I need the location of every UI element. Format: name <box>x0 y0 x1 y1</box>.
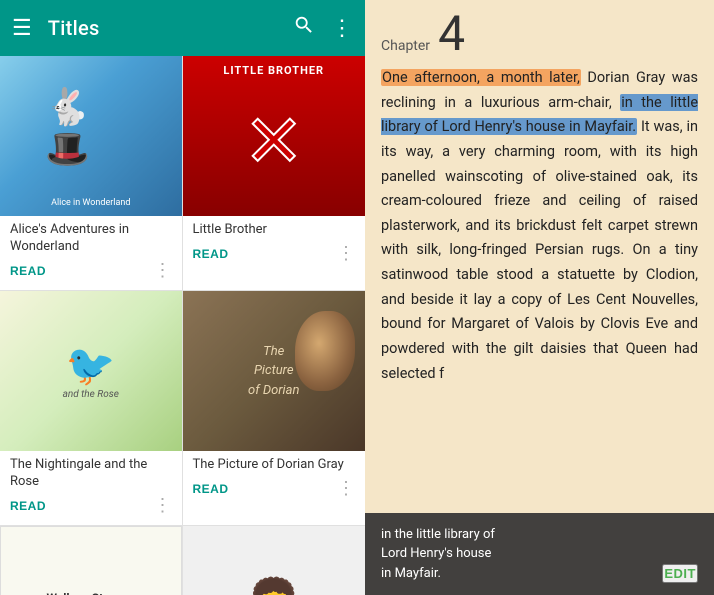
book-card-little-brother: ✕ Little Brother READ ⋮ <box>183 56 366 291</box>
right-panel: Chapter 4 One afternoon, a month later, … <box>365 0 714 595</box>
book-cover-dorian: ThePictureof Dorian <box>183 291 366 451</box>
book-more-icon-alice[interactable]: ⋮ <box>154 260 172 281</box>
book-more-icon-little-brother[interactable]: ⋮ <box>337 243 355 264</box>
search-icon[interactable] <box>293 14 315 42</box>
book-card-dorian: ThePictureof Dorian The Picture of Doria… <box>183 291 366 526</box>
chapter-header: Chapter 4 <box>365 0 714 62</box>
highlight-orange: One afternoon, a month later, <box>381 69 581 86</box>
book-cover-little-brother: ✕ <box>183 56 366 216</box>
edit-button[interactable]: EDIT <box>662 564 698 583</box>
book-info-little-brother: Little Brother <box>183 216 366 239</box>
book-more-icon-dorian[interactable]: ⋮ <box>337 478 355 499</box>
book-info-dorian: The Picture of Dorian Gray <box>183 451 366 474</box>
read-button-little-brother[interactable]: READ <box>193 243 229 265</box>
book-card-alice: Alice's Adventures in Wonderland READ ⋮ <box>0 56 183 291</box>
book-cover-nightingale <box>0 291 182 451</box>
book-title-little-brother: Little Brother <box>193 222 356 239</box>
tooltip-popup: in the little library of Lord Henry's ho… <box>365 513 714 595</box>
read-button-nightingale[interactable]: READ <box>10 495 46 517</box>
book-title-dorian: The Picture of Dorian Gray <box>193 457 356 474</box>
menu-icon[interactable]: ☰ <box>12 16 32 41</box>
dorian-cover-text: ThePictureof Dorian <box>248 342 299 401</box>
book-cover-alice <box>0 56 182 216</box>
wallace-cover-name: Wallace Stevens <box>47 591 135 595</box>
book-more-icon-nightingale[interactable]: ⋮ <box>154 495 172 516</box>
book-info-alice: Alice's Adventures in Wonderland <box>0 216 182 256</box>
book-info-nightingale: The Nightingale and the Rose <box>0 451 182 491</box>
toolbar-title: Titles <box>48 16 277 40</box>
book-card-last: 🧑‍🦱 READ ⋮ <box>183 526 366 595</box>
last-cover-person: 🧑‍🦱 <box>243 577 305 595</box>
tooltip-text: in the little library of Lord Henry's ho… <box>381 525 662 584</box>
book-cover-last: 🧑‍🦱 <box>183 526 366 595</box>
more-options-icon[interactable]: ⋮ <box>331 16 353 41</box>
book-card-wallace: Wallace Stevens · poems · Wallace Steven… <box>0 526 183 595</box>
book-card-nightingale: The Nightingale and the Rose READ ⋮ <box>0 291 183 526</box>
read-button-alice[interactable]: READ <box>10 260 46 282</box>
book-cover-wallace: Wallace Stevens · poems · <box>0 526 182 595</box>
book-actions-nightingale: READ ⋮ <box>0 491 182 517</box>
book-actions-dorian: READ ⋮ <box>183 474 366 500</box>
books-grid: Alice's Adventures in Wonderland READ ⋮ … <box>0 56 365 595</box>
book-title-nightingale: The Nightingale and the Rose <box>10 457 172 491</box>
reading-text-body: It was, in its way, a very charming room… <box>381 118 698 381</box>
book-actions-alice: READ ⋮ <box>0 256 182 282</box>
left-panel: ☰ Titles ⋮ Alice's Adventures in Wonderl… <box>0 0 365 595</box>
toolbar: ☰ Titles ⋮ <box>0 0 365 56</box>
book-actions-little-brother: READ ⋮ <box>183 239 366 265</box>
chapter-number: 4 <box>438 10 465 58</box>
book-title-alice: Alice's Adventures in Wonderland <box>10 222 172 256</box>
read-button-dorian[interactable]: READ <box>193 478 229 500</box>
chapter-label: Chapter <box>381 38 430 54</box>
x-mark-decoration: ✕ <box>244 99 304 184</box>
